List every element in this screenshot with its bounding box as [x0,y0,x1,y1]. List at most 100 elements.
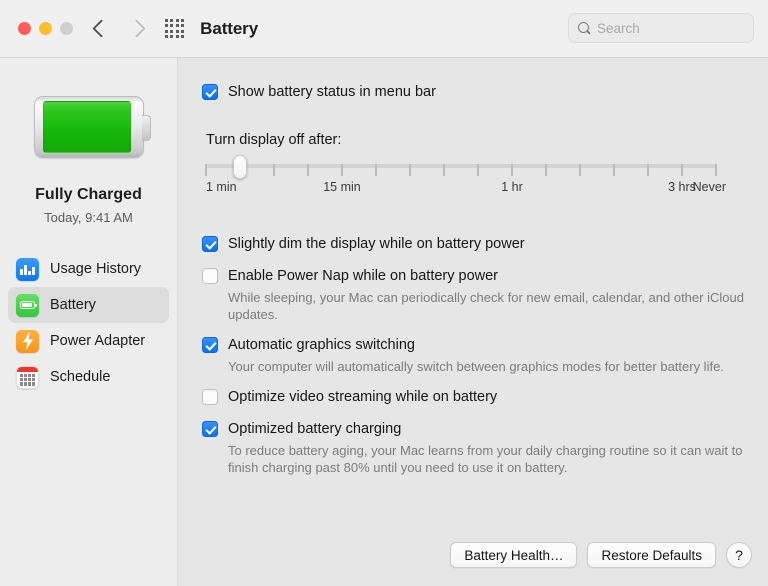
slider-tick [647,164,649,176]
grid-dot [181,24,185,28]
bar [19,268,23,275]
calendar-grid [17,372,38,388]
slightly-dim-checkbox[interactable] [202,236,218,252]
grid-dot [181,35,185,39]
grid-dot [175,24,179,28]
option-row[interactable]: Optimize video streaming while on batter… [202,387,752,407]
option-label: Slightly dim the display while on batter… [228,236,525,252]
slider-tick [375,164,377,176]
optimize-video-streaming-checkbox[interactable] [202,389,218,405]
slider-tick [341,164,343,176]
footer-buttons: Battery Health… Restore Defaults ? [450,542,752,568]
optimized-battery-charging-checkbox[interactable] [202,421,218,437]
option-description: Your computer will automatically switch … [228,359,724,374]
calendar-cell [32,382,35,386]
option-automatic-graphics-switching[interactable]: Automatic graphics switching Your comput… [202,335,752,375]
sidebar: Fully Charged Today, 9:41 AM Usage Histo… [0,58,178,586]
calendar-cell [28,378,31,382]
option-label: Optimize video streaming while on batter… [228,389,498,405]
option-row[interactable]: Enable Power Nap while on battery power [202,266,752,286]
option-power-nap[interactable]: Enable Power Nap while on battery power … [202,266,752,323]
search-field[interactable] [568,13,754,43]
display-sleep-slider[interactable]: 1 min 15 min 1 hr 3 hrs Never [205,155,726,198]
calendar-cell [32,378,35,382]
slider-tick [409,164,411,176]
grid-dot [175,18,179,22]
battery-terminal [141,115,151,141]
calendar-cell [24,382,27,386]
zoom-button[interactable] [60,22,73,35]
show-all-grid-icon[interactable] [165,18,185,39]
grid-dot [170,18,174,22]
sidebar-item-label: Power Adapter [50,333,146,349]
battery-health-button[interactable]: Battery Health… [450,542,578,568]
option-optimized-battery-charging[interactable]: Optimized battery charging To reduce bat… [202,419,752,476]
slider-tick-label: 15 min [323,180,361,194]
sidebar-item-usage-history[interactable]: Usage History [8,251,169,287]
grid-dot [170,35,174,39]
sidebar-item-label: Schedule [50,369,111,385]
grid-dot [165,18,168,22]
battery-timestamp: Today, 9:41 AM [44,210,133,225]
slider-thumb[interactable] [232,155,247,179]
bar [24,264,27,275]
power-nap-checkbox[interactable] [202,268,218,284]
back-chevron-icon[interactable] [92,19,111,38]
battery-preferences-window: Battery Fully Charged Today, 9:41 AM [0,0,768,586]
sidebar-item-schedule[interactable]: Schedule [8,359,169,395]
slider-tick [545,164,547,176]
bars-glyph [19,264,36,275]
turn-display-off-label: Turn display off after: [206,132,342,148]
option-slightly-dim[interactable]: Slightly dim the display while on batter… [202,234,752,254]
main-content: Show battery status in menu bar Turn dis… [178,58,768,586]
grid-dot [165,35,168,39]
chart-bar-icon [16,257,39,281]
window-body: Fully Charged Today, 9:41 AM Usage Histo… [0,58,768,586]
option-description: While sleeping, your Mac can periodicall… [228,290,744,322]
calendar-cell [28,374,31,378]
sidebar-item-battery[interactable]: Battery [8,287,169,323]
slider-tick [579,164,581,176]
calendar-cell [20,378,23,382]
option-label: Enable Power Nap while on battery power [228,268,499,284]
search-input[interactable] [597,20,744,36]
show-battery-status-checkbox[interactable] [202,84,218,100]
option-row[interactable]: Automatic graphics switching [202,335,752,355]
slider-tick [443,164,445,176]
restore-defaults-button[interactable]: Restore Defaults [587,542,716,568]
sidebar-nav-list: Usage History Battery Power Adapter Sche… [0,251,177,395]
sidebar-item-label: Usage History [50,261,142,277]
battery-options-list: Slightly dim the display while on batter… [202,234,752,476]
show-battery-status-row[interactable]: Show battery status in menu bar [202,82,752,102]
slider-tick-label: 1 min [206,180,237,194]
minimize-button[interactable] [39,22,52,35]
slider-tick [307,164,309,176]
forward-chevron-icon[interactable] [127,19,146,38]
slider-tick [273,164,275,176]
sidebar-item-power-adapter[interactable]: Power Adapter [8,323,169,359]
close-button[interactable] [18,22,31,35]
battery-illustration [33,96,151,158]
option-optimize-video-streaming[interactable]: Optimize video streaming while on batter… [202,387,752,407]
window-title: Battery [200,18,259,38]
option-label: Automatic graphics switching [228,337,415,353]
calendar-cell [24,374,27,378]
sidebar-item-label: Battery [50,297,96,313]
calendar-cell [20,382,23,386]
bar [32,266,36,275]
calendar-cell [24,378,27,382]
bar [28,270,31,275]
search-icon [578,22,590,34]
option-description: To reduce battery aging, your Mac learns… [228,443,743,475]
grid-dot [165,29,168,33]
traffic-lights [18,22,73,35]
bolt-icon [16,329,39,353]
slider-tick [613,164,615,176]
help-button[interactable]: ? [726,542,752,568]
automatic-graphics-switching-checkbox[interactable] [202,337,218,353]
option-row[interactable]: Optimized battery charging [202,419,752,439]
option-row[interactable]: Slightly dim the display while on batter… [202,234,752,254]
slider-tick [681,164,683,176]
battery-hero-graphic [0,88,177,166]
slider-track[interactable] [205,155,717,179]
